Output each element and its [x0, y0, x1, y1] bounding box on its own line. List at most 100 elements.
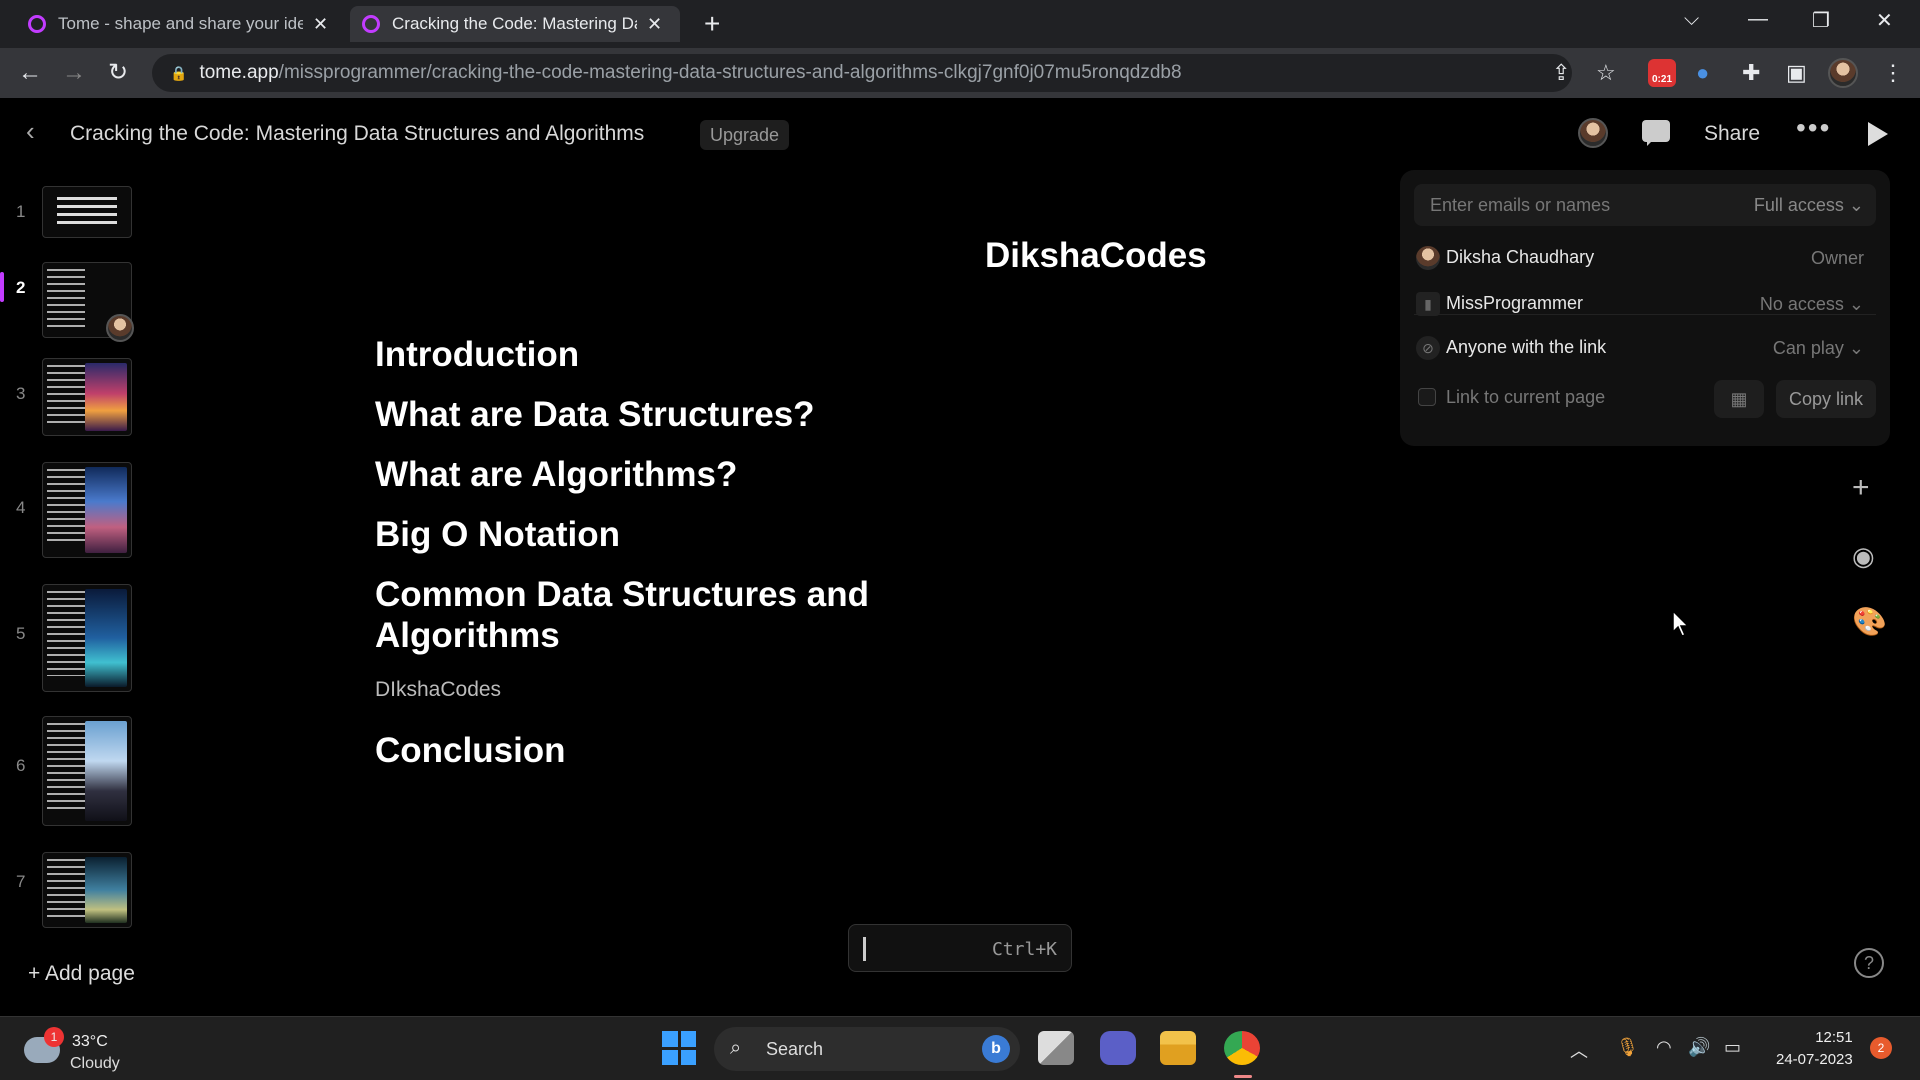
toc-item: Conclusion: [375, 731, 566, 770]
windows-start-icon[interactable]: [662, 1031, 696, 1065]
wifi-icon[interactable]: ◠: [1656, 1037, 1672, 1058]
slide-canvas[interactable]: DikshaCodes Introduction What are Data S…: [160, 168, 1400, 928]
page-thumbnail[interactable]: [42, 716, 132, 826]
qr-code-button[interactable]: ▦: [1714, 380, 1764, 418]
record-icon[interactable]: ◉: [1852, 538, 1875, 574]
extensions-puzzle-icon[interactable]: ✚: [1742, 58, 1760, 88]
page-number: 1: [16, 202, 26, 221]
toc-item: Big O Notation: [375, 515, 620, 554]
access-level-dropdown[interactable]: Full access ⌄: [1754, 195, 1864, 216]
link-current-page-checkbox[interactable]: [1418, 388, 1436, 406]
comment-icon[interactable]: [1642, 120, 1670, 146]
page-thumbnail[interactable]: [42, 462, 132, 558]
team-icon: ▮: [1416, 292, 1440, 316]
page-thumbnail-item[interactable]: 3: [0, 358, 160, 438]
url-path: /missprogrammer/cracking-the-code-master…: [278, 62, 1182, 83]
new-tab-button[interactable]: +: [704, 8, 720, 40]
member-row: ▮ MissProgrammer No access ⌄: [1414, 284, 1876, 324]
page-number: 6: [16, 756, 26, 775]
theme-palette-icon[interactable]: 🎨: [1852, 604, 1887, 640]
taskbar-search[interactable]: ⌕ Search b: [714, 1027, 1020, 1071]
member-row: Diksha Chaudhary Owner: [1414, 238, 1876, 278]
link-permission-dropdown[interactable]: Can play ⌄: [1773, 338, 1864, 359]
copy-link-button[interactable]: Copy link: [1776, 380, 1876, 418]
weather-condition: Cloudy: [70, 1055, 120, 1072]
toc-item: What are Algorithms?: [375, 455, 738, 494]
forward-arrow-icon[interactable]: →: [62, 58, 86, 88]
close-icon[interactable]: ✕: [647, 14, 662, 35]
microphone-icon[interactable]: 🎙: [1616, 1037, 1639, 1058]
page-thumbnail-item[interactable]: 2: [0, 262, 160, 342]
page-thumbnail[interactable]: [42, 852, 132, 928]
page-number: 3: [16, 384, 26, 403]
more-options-icon[interactable]: •••: [1796, 112, 1831, 144]
bing-icon[interactable]: b: [982, 1035, 1010, 1063]
browser-tab-tome[interactable]: Tome - shape and share your ide ✕: [16, 6, 346, 42]
volume-icon[interactable]: 🔊: [1688, 1037, 1710, 1058]
lock-icon: 🔒: [170, 64, 188, 81]
member-permission-dropdown[interactable]: No access ⌄: [1760, 294, 1864, 315]
invite-field[interactable]: Full access ⌄: [1414, 184, 1876, 226]
add-page-label: Add page: [44, 962, 135, 985]
profile-avatar[interactable]: [1828, 58, 1858, 88]
page-thumbnail-item[interactable]: 1: [0, 186, 160, 240]
side-panel-icon[interactable]: ▣: [1786, 58, 1807, 88]
windows-taskbar: 1 33°C Cloudy ⌕ Search b ︿ 🎙 ◠ 🔊 ▭ 12:51…: [0, 1016, 1920, 1080]
chrome-icon[interactable]: [1224, 1031, 1260, 1065]
file-explorer-icon[interactable]: [1160, 1031, 1196, 1065]
document-title: Cracking the Code: Mastering Data Struct…: [70, 122, 645, 145]
link-access-row: ⊘ Anyone with the link Can play ⌄: [1414, 328, 1876, 368]
command-bar[interactable]: Ctrl+K: [848, 924, 1072, 972]
address-bar[interactable]: 🔒 tome.app/missprogrammer/cracking-the-c…: [152, 54, 1572, 92]
bookmark-star-icon[interactable]: ☆: [1596, 58, 1616, 88]
page-number: 2: [16, 278, 26, 297]
search-label: Search: [766, 1039, 824, 1059]
tab-search-chevron-icon[interactable]: ⌵: [1684, 8, 1699, 31]
battery-icon[interactable]: ▭: [1724, 1037, 1741, 1058]
upgrade-button[interactable]: Upgrade: [700, 120, 790, 150]
notification-badge[interactable]: 2: [1870, 1037, 1892, 1059]
reload-icon[interactable]: ↻: [108, 58, 128, 88]
browser-tab-bar: Tome - shape and share your ide ✕ Cracki…: [0, 0, 1920, 48]
app-header: ‹ Cracking the Code: Mastering Data Stru…: [0, 98, 1920, 168]
browser-menu-icon[interactable]: ⋮: [1882, 58, 1904, 88]
page-thumbnail-item[interactable]: 6: [0, 716, 160, 828]
share-button[interactable]: Share: [1704, 122, 1760, 146]
page-thumbnail[interactable]: [42, 358, 132, 436]
collaborator-avatar[interactable]: [1578, 118, 1608, 148]
page-thumbnail[interactable]: [42, 584, 132, 692]
toc-item: What are Data Structures?: [375, 395, 815, 434]
tome-favicon-icon: [28, 15, 46, 33]
divider: [1414, 314, 1876, 315]
add-page-button[interactable]: + Add page: [28, 962, 135, 986]
page-thumbnail-item[interactable]: 5: [0, 584, 160, 694]
back-chevron-icon[interactable]: ‹: [26, 116, 35, 147]
restore-button[interactable]: ❐: [1812, 8, 1830, 33]
show-hidden-icons-chevron-icon[interactable]: ︿: [1570, 1037, 1588, 1063]
add-tile-plus-icon[interactable]: +: [1852, 470, 1870, 506]
browser-tab-cracking-the-code[interactable]: Cracking the Code: Mastering Da ✕: [350, 6, 680, 42]
extension-color-icon[interactable]: ●: [1696, 58, 1709, 88]
text-caret: [863, 937, 866, 961]
page-sidebar: 1 2 3 4 5 6 7: [0, 168, 160, 1018]
teams-chat-icon[interactable]: [1100, 1031, 1136, 1065]
search-icon: ⌕: [730, 1037, 742, 1059]
clock-time: 12:51: [1815, 1029, 1853, 1046]
play-presentation-icon[interactable]: [1868, 122, 1888, 146]
page-thumbnail-item[interactable]: 7: [0, 852, 160, 932]
extension-timer-badge[interactable]: 0:21: [1648, 59, 1676, 87]
help-icon[interactable]: ?: [1854, 948, 1884, 978]
link-access-label: Anyone with the link: [1446, 337, 1607, 357]
share-page-icon[interactable]: ⇪: [1552, 58, 1570, 88]
slide-brand-title: DikshaCodes: [985, 236, 1207, 275]
link-icon: ⊘: [1416, 336, 1440, 360]
email-input[interactable]: [1430, 184, 1730, 226]
page-thumbnail-item[interactable]: 4: [0, 462, 160, 560]
close-icon[interactable]: ✕: [313, 14, 328, 35]
minimize-button[interactable]: —: [1748, 8, 1768, 31]
task-view-icon[interactable]: [1038, 1031, 1074, 1065]
page-thumbnail[interactable]: [42, 186, 132, 238]
back-arrow-icon[interactable]: ←: [18, 58, 42, 88]
system-clock[interactable]: 12:51 24-07-2023: [1776, 1027, 1853, 1071]
window-close-button[interactable]: ✕: [1876, 8, 1893, 33]
